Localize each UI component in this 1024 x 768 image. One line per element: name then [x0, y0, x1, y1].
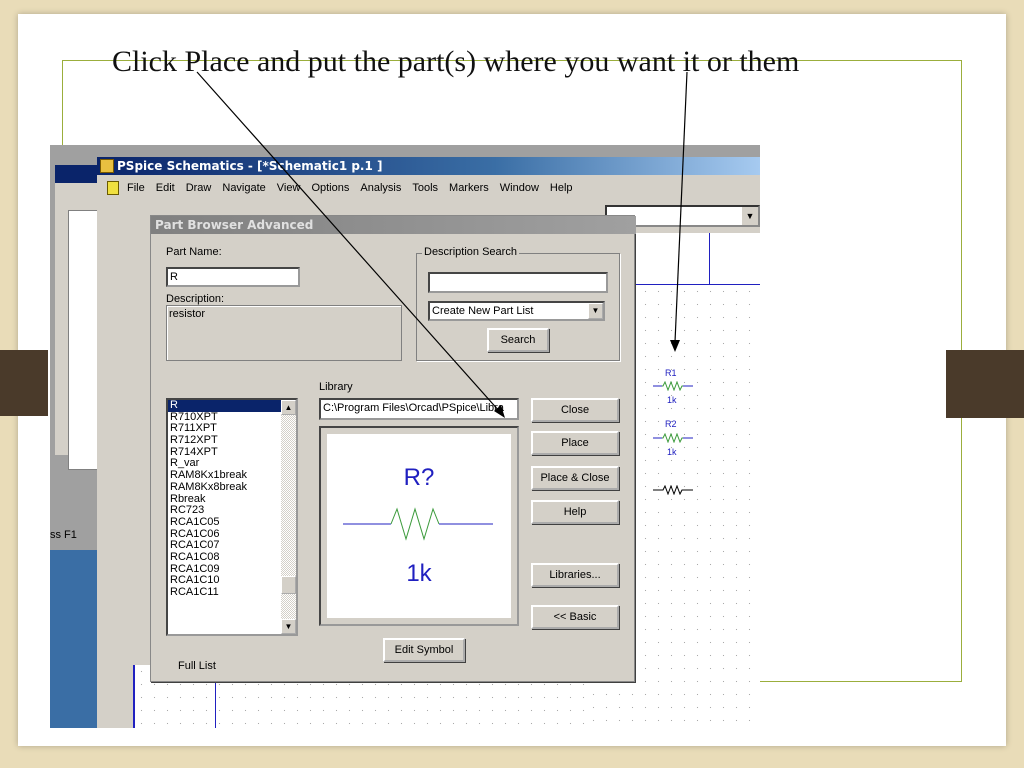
resistor-r2[interactable]: [653, 433, 693, 443]
left-tab: [0, 350, 48, 416]
menu-options[interactable]: Options: [311, 179, 349, 197]
menu-analysis[interactable]: Analysis: [360, 179, 401, 197]
resistor-ghost[interactable]: [653, 485, 693, 495]
scroll-down-icon[interactable]: ▼: [281, 619, 296, 634]
back-tree: [68, 210, 100, 470]
screenshot: ss F1 PSpice Schematics - [*Schematic1 p…: [50, 145, 760, 728]
part-browser-dialog: Part Browser Advanced Part Name: R Descr…: [150, 215, 636, 682]
part-list-item[interactable]: RAM8Kx8break: [168, 481, 296, 494]
close-button[interactable]: Close: [531, 398, 619, 422]
place-close-button[interactable]: Place & Close: [531, 466, 619, 490]
menu-navigate[interactable]: Navigate: [222, 179, 265, 197]
part-name-input[interactable]: R: [166, 267, 300, 287]
libraries-button[interactable]: Libraries...: [531, 563, 619, 587]
search-button[interactable]: Search: [487, 328, 549, 352]
menu-view[interactable]: View: [277, 179, 301, 197]
full-list-label: Full List: [178, 660, 216, 672]
menu-file[interactable]: File: [127, 179, 145, 197]
library-label: Library: [319, 381, 353, 393]
menu-edit[interactable]: Edit: [156, 179, 175, 197]
part-value: 1k: [667, 447, 677, 457]
window-titlebar[interactable]: PSpice Schematics - [*Schematic1 p.1 ]: [97, 157, 760, 175]
menu-draw[interactable]: Draw: [186, 179, 212, 197]
menubar: File Edit Draw Navigate View Options Ana…: [97, 179, 760, 197]
resistor-symbol: [343, 507, 493, 541]
part-list-item[interactable]: RCA1C05: [168, 516, 296, 529]
place-button[interactable]: Place: [531, 431, 619, 455]
app-icon: [100, 159, 114, 173]
menu-tools[interactable]: Tools: [412, 179, 438, 197]
part-value: 1k: [667, 395, 677, 405]
slide-caption: Click Place and put the part(s) where yo…: [112, 45, 800, 78]
status-text: ss F1: [50, 529, 77, 541]
scroll-up-icon[interactable]: ▲: [281, 400, 296, 415]
edit-symbol-button[interactable]: Edit Symbol: [383, 638, 465, 662]
description-box: resistor: [166, 305, 402, 361]
right-tab: [946, 350, 1024, 418]
menu-window[interactable]: Window: [500, 179, 539, 197]
part-list[interactable]: R R710XPT R711XPT R712XPT R714XPT R_var RAM8Kx…: [166, 398, 298, 636]
description-search-input[interactable]: [428, 272, 608, 293]
scroll-thumb[interactable]: [281, 576, 296, 594]
chevron-down-icon[interactable]: ▼: [588, 303, 603, 319]
part-name-label: Part Name:: [166, 246, 222, 258]
part-list-item[interactable]: R712XPT: [168, 434, 296, 447]
preview-ref: R?: [403, 464, 435, 491]
scrollbar[interactable]: ▲ ▼: [281, 400, 296, 634]
basic-button[interactable]: << Basic: [531, 605, 619, 629]
part-list-select[interactable]: Create New Part List ▼: [428, 301, 605, 321]
chevron-down-icon[interactable]: ▼: [742, 207, 758, 225]
resistor-r1[interactable]: [653, 381, 693, 391]
part-list-item[interactable]: RCA1C08: [168, 551, 296, 564]
part-list-item[interactable]: RCA1C11: [168, 586, 296, 599]
symbol-preview: R? 1k: [319, 426, 519, 626]
pspice-window: PSpice Schematics - [*Schematic1 p.1 ] F…: [97, 157, 760, 728]
description-label: Description:: [166, 293, 225, 305]
menu-markers[interactable]: Markers: [449, 179, 489, 197]
dialog-title[interactable]: Part Browser Advanced: [151, 216, 636, 234]
part-list-item[interactable]: R: [168, 399, 296, 412]
library-path: C:\Program Files\Orcad\PSpice\Libra: [319, 398, 519, 420]
description-search-label: Description Search: [422, 246, 519, 258]
preview-value: 1k: [406, 560, 432, 587]
menu-help[interactable]: Help: [550, 179, 573, 197]
part-list-select-value: Create New Part List: [432, 305, 534, 317]
part-ref: R1: [665, 368, 677, 378]
part-ref: R2: [665, 419, 677, 429]
help-button[interactable]: Help: [531, 500, 619, 524]
